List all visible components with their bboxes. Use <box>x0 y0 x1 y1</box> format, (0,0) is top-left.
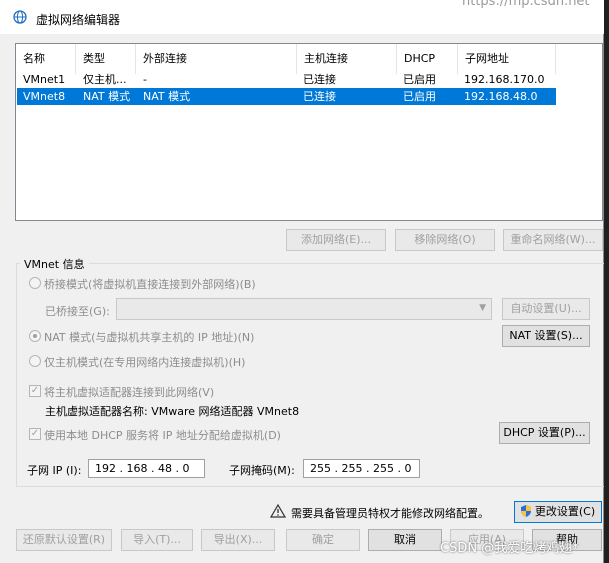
nat-settings-button[interactable]: NAT 设置(S)... <box>502 325 590 347</box>
change-settings-label: 更改设置(C) <box>534 505 596 518</box>
vmnet-info-group <box>16 263 604 487</box>
cell-external: NAT 模式 <box>143 90 191 103</box>
bridged-to-label: 已桥接至(G): <box>45 305 110 318</box>
virtual-network-editor-window: 虚拟网络编辑器 名称 类型 外部连接 主机连接 DHCP 子网地址 VMnet1… <box>0 0 604 563</box>
dhcp-checkbox[interactable]: ✓ <box>29 428 41 440</box>
column-header-external[interactable]: 外部连接 <box>136 44 297 74</box>
cell-name: VMnet8 <box>23 90 66 103</box>
cell-type: 仅主机... <box>83 73 127 86</box>
cell-host: 已连接 <box>303 73 336 86</box>
cancel-button[interactable]: 取消 <box>368 529 442 551</box>
subnet-ip-input[interactable]: 192 . 168 . 48 . 0 <box>88 459 205 478</box>
warning-icon <box>270 504 286 518</box>
vmnet-info-title: VMnet 信息 <box>20 256 89 272</box>
table-row[interactable]: VMnet1 仅主机... - 已连接 已启用 192.168.170.0 <box>17 71 556 88</box>
nat-radio[interactable] <box>29 330 41 342</box>
rename-network-button[interactable]: 重命名网络(W)... <box>503 229 603 251</box>
shield-icon <box>521 505 531 517</box>
column-header-host[interactable]: 主机连接 <box>297 44 397 74</box>
cell-dhcp: 已启用 <box>403 90 436 103</box>
cell-name: VMnet1 <box>23 73 66 86</box>
nat-label: NAT 模式(与虚拟机共享主机的 IP 地址)(N) <box>44 331 255 344</box>
subnet-ip-label: 子网 IP (I): <box>27 464 82 477</box>
background-url-text: https://mp.csdn.net <box>462 0 590 9</box>
cell-external: - <box>143 73 147 86</box>
dhcp-settings-button[interactable]: DHCP 设置(P)... <box>499 422 590 444</box>
column-header-subnet[interactable]: 子网地址 <box>458 44 556 74</box>
watermark: CSDN @我爱吃烤鸡翅* <box>440 541 579 556</box>
cell-subnet: 192.168.170.0 <box>464 73 545 86</box>
connect-adapter-checkbox[interactable]: ✓ <box>29 385 41 397</box>
column-header-name[interactable]: 名称 <box>16 44 76 74</box>
adapter-name-text: 主机虚拟适配器名称: VMware 网络适配器 VMnet8 <box>45 405 300 418</box>
cell-type: NAT 模式 <box>83 90 131 103</box>
cell-subnet: 192.168.48.0 <box>464 90 538 103</box>
window-title: 虚拟网络编辑器 <box>36 13 121 27</box>
cell-host: 已连接 <box>303 90 336 103</box>
subnet-mask-label: 子网掩码(M): <box>229 464 295 477</box>
auto-settings-button[interactable]: 自动设置(U)... <box>502 298 590 320</box>
bridged-radio[interactable] <box>29 277 41 289</box>
subnet-mask-input[interactable]: 255 . 255 . 255 . 0 <box>303 459 420 478</box>
background-window-edge <box>604 0 609 563</box>
dhcp-label: 使用本地 DHCP 服务将 IP 地址分配给虚拟机(D) <box>44 429 281 442</box>
admin-notice-text: 需要具备管理员特权才能修改网络配置。 <box>291 507 489 520</box>
add-network-button[interactable]: 添加网络(E)... <box>286 229 386 251</box>
column-header-dhcp[interactable]: DHCP <box>397 44 458 74</box>
chevron-down-icon: ▼ <box>479 303 486 313</box>
host-only-label: 仅主机模式(在专用网络内连接虚拟机)(H) <box>44 356 246 369</box>
globe-icon <box>13 10 27 24</box>
restore-defaults-button[interactable]: 还原默认设置(R) <box>16 529 112 551</box>
import-button[interactable]: 导入(T)... <box>121 529 193 551</box>
bridged-to-select[interactable]: ▼ <box>116 298 492 320</box>
export-button[interactable]: 导出(X)... <box>201 529 275 551</box>
column-header-type[interactable]: 类型 <box>76 44 136 74</box>
table-row-selected[interactable]: VMnet8 NAT 模式 NAT 模式 已连接 已启用 192.168.48.… <box>17 88 556 105</box>
ok-button[interactable]: 确定 <box>286 529 360 551</box>
bridged-label: 桥接模式(将虚拟机直接连接到外部网络)(B) <box>44 278 256 291</box>
cell-dhcp: 已启用 <box>403 73 436 86</box>
network-list[interactable]: 名称 类型 外部连接 主机连接 DHCP 子网地址 VMnet1 仅主机... … <box>15 43 603 221</box>
host-only-radio[interactable] <box>29 355 41 367</box>
connect-adapter-label: 将主机虚拟适配器连接到此网络(V) <box>44 386 215 399</box>
remove-network-button[interactable]: 移除网络(O) <box>395 229 495 251</box>
